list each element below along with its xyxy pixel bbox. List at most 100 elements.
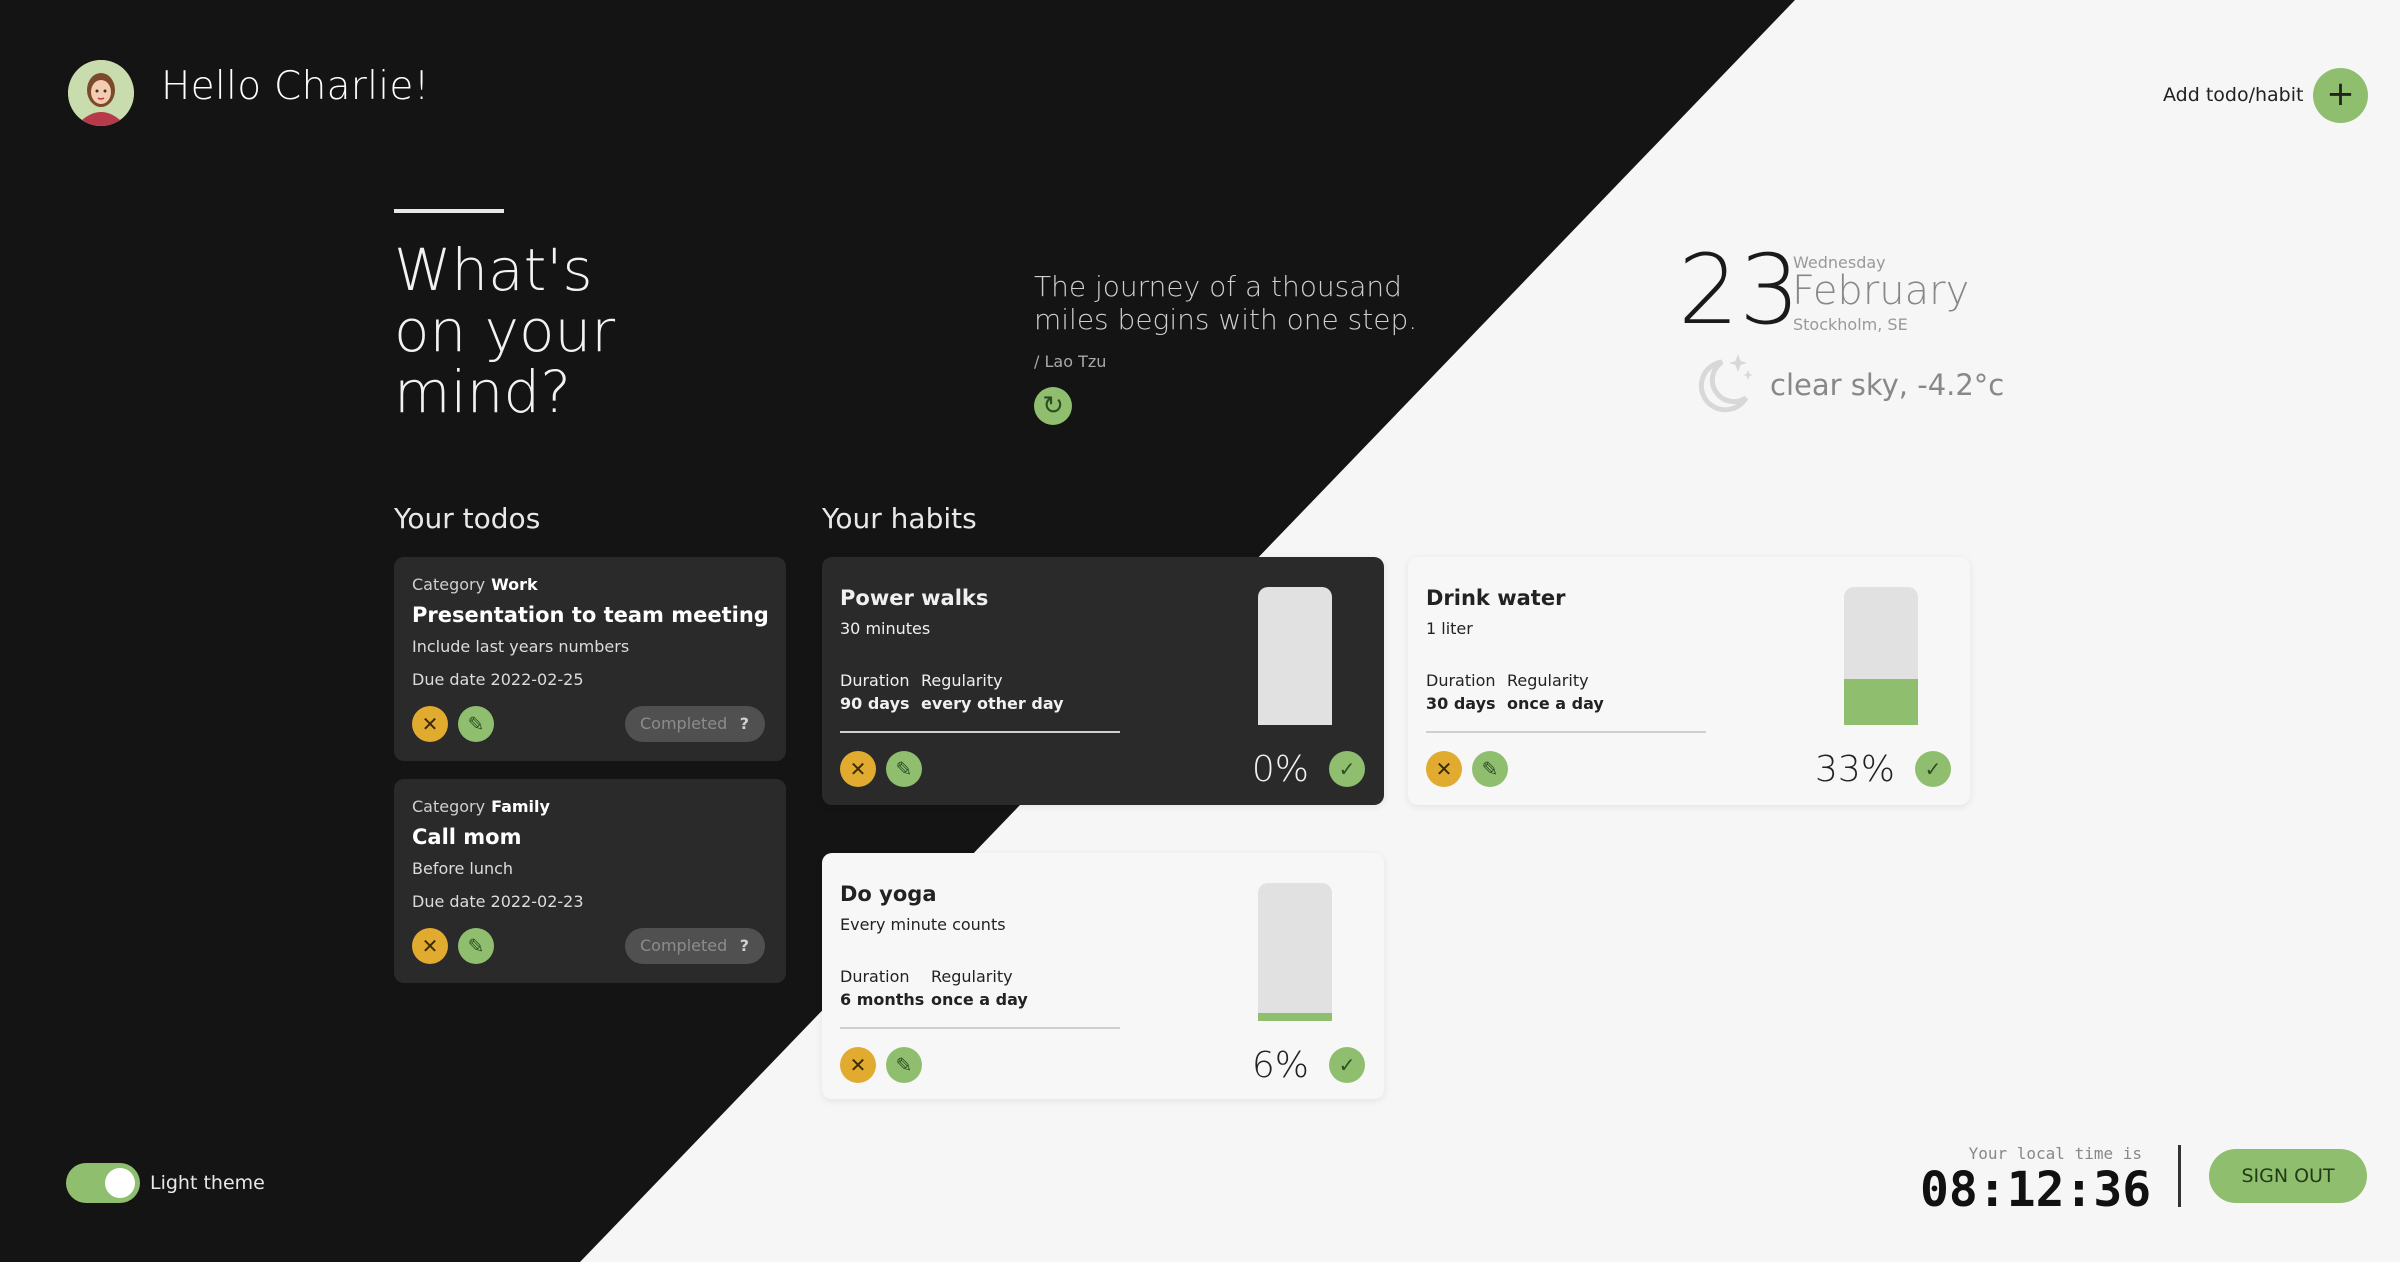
habit-card: Power walks 30 minutes Duration 90 days …	[822, 557, 1384, 805]
date-location: Stockholm, SE	[1793, 315, 1908, 334]
weather-description: clear sky, -4.2°c	[1770, 368, 2005, 402]
todo-due-date: Due date 2022-02-23	[412, 892, 584, 911]
divider	[1426, 731, 1706, 733]
regularity-value: every other day	[921, 694, 1064, 713]
category-value: Family	[491, 797, 550, 816]
habit-title: Drink water	[1426, 586, 1566, 610]
habits-heading: Your habits	[822, 502, 977, 535]
todos-heading: Your todos	[394, 502, 541, 535]
toggle-knob	[105, 1168, 135, 1198]
pencil-icon: ✎	[467, 712, 485, 736]
divider	[840, 731, 1120, 733]
category-label: Category	[412, 575, 486, 594]
check-button[interactable]: ✓	[1915, 751, 1951, 787]
todo-description: Before lunch	[412, 859, 514, 878]
close-icon: ✕	[1435, 757, 1453, 781]
avatar-icon	[68, 60, 134, 126]
habit-subtitle: 30 minutes	[840, 619, 931, 638]
progress-bar	[1258, 587, 1332, 725]
habit-title: Do yoga	[840, 882, 937, 906]
duration-label: Duration	[840, 967, 910, 986]
add-button[interactable]: +	[2313, 68, 2368, 123]
plus-icon: +	[2326, 74, 2355, 114]
pencil-icon: ✎	[895, 757, 913, 781]
habit-subtitle: Every minute counts	[840, 915, 1006, 934]
date-day: 23	[1678, 234, 1801, 346]
delete-button[interactable]: ✕	[412, 706, 448, 742]
regularity-label: Regularity	[1507, 671, 1589, 690]
local-time-label: Your local time is	[1968, 1144, 2142, 1163]
check-button[interactable]: ✓	[1329, 751, 1365, 787]
hero-divider	[394, 209, 504, 213]
close-icon: ✕	[849, 1053, 867, 1077]
delete-button[interactable]: ✕	[1426, 751, 1462, 787]
duration-label: Duration	[840, 671, 910, 690]
todo-card: Category Family Call mom Before lunch Due…	[394, 779, 786, 983]
delete-button[interactable]: ✕	[412, 928, 448, 964]
duration-value: 30 days	[1426, 694, 1496, 713]
regularity-label: Regularity	[921, 671, 1003, 690]
date-month: February	[1792, 268, 1970, 314]
pencil-icon: ✎	[895, 1053, 913, 1077]
quote-author: / Lao Tzu	[1034, 352, 1107, 371]
progress-percent: 6%	[1251, 1045, 1309, 1086]
delete-button[interactable]: ✕	[840, 751, 876, 787]
quote-text: The journey of a thousand miles begins w…	[1034, 270, 1418, 336]
progress-percent: 0%	[1251, 749, 1309, 790]
progress-fill	[1258, 1012, 1332, 1021]
sign-out-button[interactable]: SIGN OUT	[2209, 1149, 2367, 1203]
edit-button[interactable]: ✎	[458, 706, 494, 742]
check-icon: ✓	[1924, 757, 1942, 781]
footer-divider	[2178, 1145, 2181, 1207]
habit-subtitle: 1 liter	[1426, 619, 1473, 638]
todo-due-date: Due date 2022-02-25	[412, 670, 584, 689]
edit-button[interactable]: ✎	[886, 751, 922, 787]
duration-value: 90 days	[840, 694, 910, 713]
close-icon: ✕	[421, 712, 439, 736]
regularity-value: once a day	[1507, 694, 1604, 713]
avatar[interactable]	[68, 60, 134, 126]
refresh-quote-button[interactable]: ↻	[1034, 387, 1072, 425]
delete-button[interactable]: ✕	[840, 1047, 876, 1083]
hero-title: What's on your mind?	[394, 236, 616, 426]
habit-card: Do yoga Every minute counts Duration 6 m…	[822, 853, 1384, 1099]
regularity-label: Regularity	[931, 967, 1013, 986]
help-icon: ?	[739, 714, 749, 733]
todo-title: Call mom	[412, 825, 522, 849]
local-time: 08:12:36	[1920, 1162, 2152, 1218]
progress-percent: 33%	[1814, 749, 1895, 790]
todo-title: Presentation to team meeting	[412, 603, 769, 627]
category-label: Category	[412, 797, 486, 816]
pencil-icon: ✎	[1481, 757, 1499, 781]
theme-label: Light theme	[150, 1172, 265, 1194]
duration-label: Duration	[1426, 671, 1496, 690]
pencil-icon: ✎	[467, 934, 485, 958]
completed-button[interactable]: Completed?	[625, 706, 765, 742]
check-button[interactable]: ✓	[1329, 1047, 1365, 1083]
edit-button[interactable]: ✎	[1472, 751, 1508, 787]
moon-stars-icon	[1698, 354, 1753, 413]
close-icon: ✕	[849, 757, 867, 781]
divider	[840, 1027, 1120, 1029]
regularity-value: once a day	[931, 990, 1028, 1009]
refresh-icon: ↻	[1042, 391, 1064, 421]
habit-title: Power walks	[840, 586, 989, 610]
todo-card: Category Work Presentation to team meetin…	[394, 557, 786, 761]
progress-fill	[1844, 679, 1918, 725]
progress-bar	[1258, 883, 1332, 1021]
theme-toggle[interactable]	[66, 1163, 140, 1203]
help-icon: ?	[739, 936, 749, 955]
duration-value: 6 months	[840, 990, 925, 1009]
progress-bar	[1844, 587, 1918, 725]
edit-button[interactable]: ✎	[886, 1047, 922, 1083]
greeting: Hello Charlie!	[161, 64, 430, 109]
check-icon: ✓	[1338, 1053, 1356, 1077]
completed-button[interactable]: Completed?	[625, 928, 765, 964]
todo-description: Include last years numbers	[412, 637, 630, 656]
habit-card: Drink water 1 liter Duration 30 days Reg…	[1408, 557, 1970, 805]
add-todo-habit-label[interactable]: Add todo/habit	[2163, 84, 2303, 106]
close-icon: ✕	[421, 934, 439, 958]
category-value: Work	[491, 575, 538, 594]
check-icon: ✓	[1338, 757, 1356, 781]
edit-button[interactable]: ✎	[458, 928, 494, 964]
